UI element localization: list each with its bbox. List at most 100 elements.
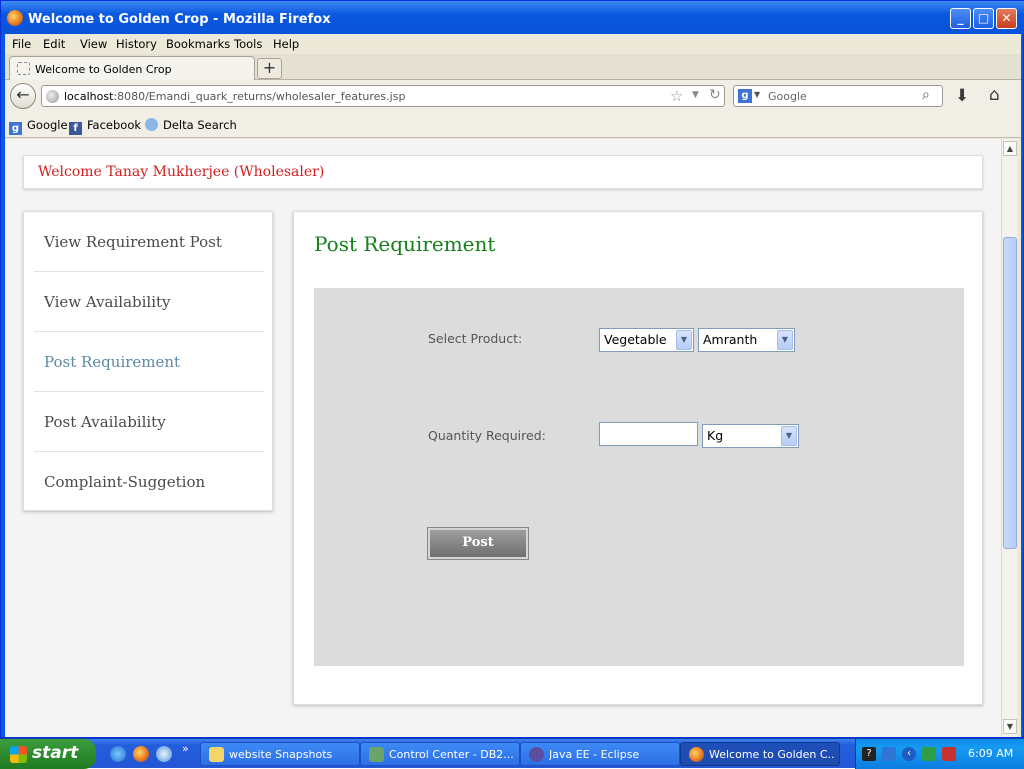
title-bar[interactable]: Welcome to Golden Crop - Mozilla Firefox… (1, 1, 1024, 34)
help-icon[interactable]: ? (862, 747, 876, 761)
menu-edit[interactable]: Edit (43, 37, 65, 51)
bookmark-google[interactable]: g Google (9, 118, 68, 135)
menu-view[interactable]: View (80, 37, 107, 51)
unit-value: Kg (707, 428, 724, 443)
tab-golden-crop[interactable]: Welcome to Golden Crop (9, 56, 255, 80)
scroll-down-icon[interactable]: ▼ (1003, 719, 1017, 734)
category-select[interactable]: Vegetable ▼ (599, 328, 694, 352)
bookmark-label: Facebook (87, 118, 142, 132)
sidebar-item-label: Post Requirement (44, 353, 181, 371)
taskbar-button-label: website Snapshots (229, 748, 333, 761)
windows-logo-icon (10, 746, 27, 763)
welcome-banner: Welcome Tanay Mukherjee (Wholesaler) (23, 155, 983, 189)
maximize-button[interactable]: □ (973, 8, 994, 29)
sidebar-item-post-availability[interactable]: Post Availability (34, 392, 264, 452)
menu-file[interactable]: File (12, 37, 31, 51)
back-button[interactable]: ← (10, 83, 36, 109)
bookmarks-bar: g Google f Facebook Delta Search (5, 112, 1021, 138)
sidebar-item-complaint-suggetion[interactable]: Complaint-Suggetion (34, 452, 264, 512)
quantity-input[interactable] (599, 422, 698, 446)
welcome-text: Welcome Tanay Mukherjee (Wholesaler) (38, 164, 325, 180)
quantity-label: Quantity Required: (428, 428, 546, 443)
scroll-up-icon[interactable]: ▲ (1003, 141, 1017, 156)
product-select[interactable]: Amranth ▼ (698, 328, 795, 352)
chevron-down-icon[interactable]: ▼ (777, 330, 793, 350)
globe-icon (46, 90, 59, 103)
bookmark-facebook[interactable]: f Facebook (69, 118, 141, 135)
search-bar[interactable]: g ▼ Google ⌕ (733, 85, 943, 107)
taskbar: start » website Snapshots Control Center… (0, 738, 1024, 769)
search-input[interactable]: Google (768, 90, 807, 103)
product-label: Select Product: (428, 331, 523, 346)
sidebar-item-label: Post Availability (44, 413, 166, 431)
history-dropdown-icon[interactable]: ▼ (692, 90, 699, 100)
firefox-icon[interactable] (133, 746, 149, 762)
sidebar-item-view-requirement-post[interactable]: View Requirement Post (34, 212, 264, 272)
taskbar-button-db2-control-center[interactable]: Control Center - DB2... (360, 742, 520, 766)
menu-bookmarks[interactable]: Bookmarks (166, 37, 230, 51)
tray-arrow-icon[interactable]: ‹ (902, 747, 916, 761)
menu-help[interactable]: Help (273, 37, 299, 51)
search-icon[interactable]: ⌕ (922, 87, 930, 103)
firefox-window: Welcome to Golden Crop - Mozilla Firefox… (0, 0, 1024, 738)
firefox-icon (689, 747, 704, 762)
system-tray: ? ‹ 6:09 AM (855, 739, 1024, 769)
bookmark-star-icon[interactable]: ☆ (670, 87, 683, 105)
bookmark-label: Delta Search (163, 118, 237, 132)
post-button[interactable]: Post (427, 527, 529, 560)
reload-icon[interactable]: ↻ (709, 87, 721, 103)
sidebar-item-label: View Requirement Post (44, 233, 222, 251)
quick-launch-icon[interactable] (156, 746, 172, 762)
db-tray-icon[interactable] (922, 747, 936, 761)
taskbar-button-eclipse[interactable]: Java EE - Eclipse (520, 742, 680, 766)
page-title: Post Requirement (314, 232, 496, 256)
internet-explorer-icon[interactable] (110, 746, 126, 762)
menu-history[interactable]: History (116, 37, 157, 51)
requirement-form: Select Product: Vegetable ▼ Amranth ▼ Qu… (314, 288, 964, 666)
bookmark-label: Google (27, 118, 68, 132)
scroll-thumb[interactable] (1003, 237, 1017, 549)
delta-search-icon (145, 118, 158, 131)
category-value: Vegetable (604, 332, 667, 347)
taskbar-button-label: Control Center - DB2... (389, 748, 514, 761)
blank-page-icon (17, 62, 30, 75)
engine-dropdown-icon[interactable]: ▼ (754, 90, 760, 99)
window-title: Welcome to Golden Crop - Mozilla Firefox (28, 12, 331, 27)
page-scrollbar[interactable]: ▲ ▼ (1001, 139, 1017, 737)
home-icon[interactable]: ⌂ (989, 85, 1000, 105)
sidebar-item-label: Complaint-Suggetion (44, 473, 206, 491)
taskbar-button-firefox[interactable]: Welcome to Golden C... (680, 742, 840, 766)
sidebar-item-view-availability[interactable]: View Availability (34, 272, 264, 332)
chevron-down-icon[interactable]: ▼ (676, 330, 692, 350)
download-icon[interactable]: ⬇ (955, 86, 969, 106)
firefox-icon (7, 10, 23, 26)
menu-bar: File Edit View History Bookmarks Tools H… (5, 34, 1021, 54)
db2-icon (369, 747, 384, 762)
start-label: start (32, 743, 79, 763)
clock: 6:09 AM (968, 747, 1014, 760)
google-icon: g (9, 122, 22, 135)
chevron-down-icon[interactable]: ▼ (781, 426, 797, 446)
bookmark-delta-search[interactable]: Delta Search (145, 118, 237, 132)
url-path: :8080/Emandi_quark_returns/wholesaler_fe… (113, 90, 406, 103)
quick-launch-more-icon[interactable]: » (182, 742, 189, 755)
new-tab-button[interactable]: + (257, 58, 282, 79)
menu-tools[interactable]: Tools (234, 37, 262, 51)
sidebar-nav: View Requirement Post View Availability … (23, 211, 273, 511)
browser-client: File Edit View History Bookmarks Tools H… (5, 34, 1021, 737)
sidebar-item-label: View Availability (44, 293, 171, 311)
unit-select[interactable]: Kg ▼ (702, 424, 799, 448)
taskbar-button-label: Java EE - Eclipse (549, 748, 640, 761)
main-panel: Post Requirement Select Product: Vegetab… (293, 211, 983, 705)
close-button[interactable]: ✕ (996, 8, 1017, 29)
sidebar-item-post-requirement[interactable]: Post Requirement (34, 332, 264, 392)
start-button[interactable]: start (0, 739, 96, 769)
taskbar-button-website-snapshots[interactable]: website Snapshots (200, 742, 360, 766)
minimize-button[interactable]: _ (950, 8, 971, 29)
url-bar[interactable]: localhost:8080/Emandi_quark_returns/whol… (41, 85, 725, 107)
search-tray-icon[interactable] (942, 747, 956, 761)
network-icon[interactable] (882, 747, 896, 761)
google-icon[interactable]: g (738, 89, 752, 103)
folder-icon (209, 747, 224, 762)
product-value: Amranth (703, 332, 758, 347)
